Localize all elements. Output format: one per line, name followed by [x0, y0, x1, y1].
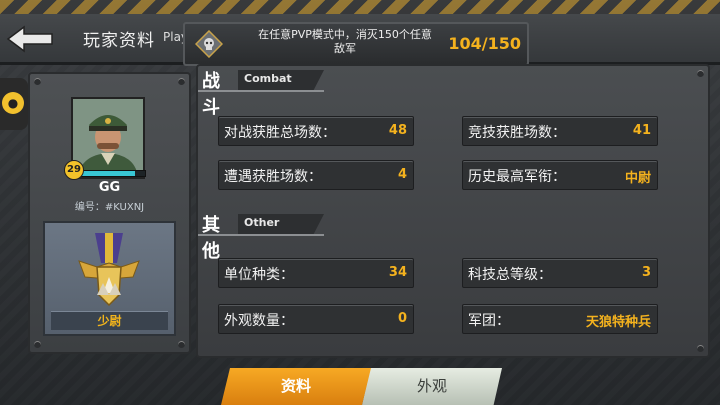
stat-value: 34	[388, 265, 407, 280]
stat-label: 外观数量：	[224, 313, 294, 329]
skull-badge-icon	[194, 29, 224, 59]
tab-appearance[interactable]: 外观	[362, 368, 502, 405]
stat-arena-wins: 竞技获胜场数： 41	[462, 116, 658, 146]
rivet	[34, 78, 41, 85]
medal-icon	[73, 233, 145, 309]
side-drawer-tab[interactable]: ●	[0, 78, 28, 130]
stat-label: 历史最高军衔：	[468, 169, 566, 185]
stat-value: 41	[632, 123, 651, 138]
mission-banner[interactable]: 在任意PVP模式中，消灭150个任意敌军 104/150	[183, 22, 529, 66]
stat-label: 科技总等级：	[468, 267, 552, 283]
back-button[interactable]	[6, 24, 56, 54]
section-divider	[198, 90, 324, 92]
officer-portrait-icon	[73, 99, 143, 177]
rank-card[interactable]: 少尉	[43, 221, 176, 336]
back-arrow-icon	[6, 25, 53, 53]
stats-panel: 战斗 Combat 对战获胜总场数： 48 竞技获胜场数： 41 遭遇获胜场数：…	[196, 64, 710, 358]
stat-label: 遭遇获胜场数：	[224, 169, 322, 185]
xp-bar-fill	[81, 171, 136, 176]
mission-progress: 104/150	[448, 34, 521, 53]
stat-label: 对战获胜总场数：	[224, 125, 336, 141]
player-id: 编号：#KUXNJ	[74, 202, 145, 213]
stat-highest-rank: 历史最高军衔： 中尉	[462, 160, 658, 190]
profile-panel: 29 GG 编号：#KUXNJ 少尉	[28, 72, 191, 354]
stat-unit-types: 单位种类： 34	[218, 258, 414, 288]
stat-legion[interactable]: 军团： 天狼特种兵	[462, 304, 658, 334]
rivet	[178, 78, 185, 85]
stat-value: 48	[388, 123, 407, 138]
xp-bar	[80, 170, 146, 177]
side-tab-icon: ●	[2, 92, 24, 114]
player-name: GG	[98, 180, 121, 195]
rivet	[697, 70, 704, 77]
stat-label: 竞技获胜场数：	[468, 125, 566, 141]
level-badge: 29	[64, 160, 84, 180]
stat-total-wins: 对战获胜总场数： 48	[218, 116, 414, 146]
hazard-stripe	[0, 0, 720, 14]
stat-value: 0	[397, 311, 407, 326]
rivet	[697, 345, 704, 352]
stat-skin-count: 外观数量： 0	[218, 304, 414, 334]
combat-title-cn: 战斗	[202, 71, 220, 118]
stat-label: 军团：	[468, 313, 510, 329]
combat-title-en: Combat	[244, 72, 292, 85]
mission-text: 在任意PVP模式中，消灭150个任意敌军	[258, 28, 432, 55]
other-title-en: Other	[244, 216, 280, 229]
top-bar: 玩家资料 Play 在任意PVP模式中，消灭150个任意敌军 104/150	[0, 0, 720, 66]
rank-label: 少尉	[51, 311, 168, 330]
stat-tech-level: 科技总等级： 3	[462, 258, 658, 288]
stat-value: 天狼特种兵	[585, 315, 651, 330]
rivet	[178, 341, 185, 348]
stat-encounter-wins: 遭遇获胜场数： 4	[218, 160, 414, 190]
stat-value: 3	[641, 265, 651, 280]
section-divider	[198, 234, 324, 236]
page-title: 玩家资料	[83, 31, 155, 51]
tab-profile[interactable]: 资料	[221, 368, 371, 405]
stat-label: 单位种类：	[224, 267, 294, 283]
other-title-cn: 其他	[202, 215, 220, 262]
rivet	[34, 341, 41, 348]
stat-value: 4	[397, 167, 407, 182]
stat-value: 中尉	[624, 171, 651, 186]
